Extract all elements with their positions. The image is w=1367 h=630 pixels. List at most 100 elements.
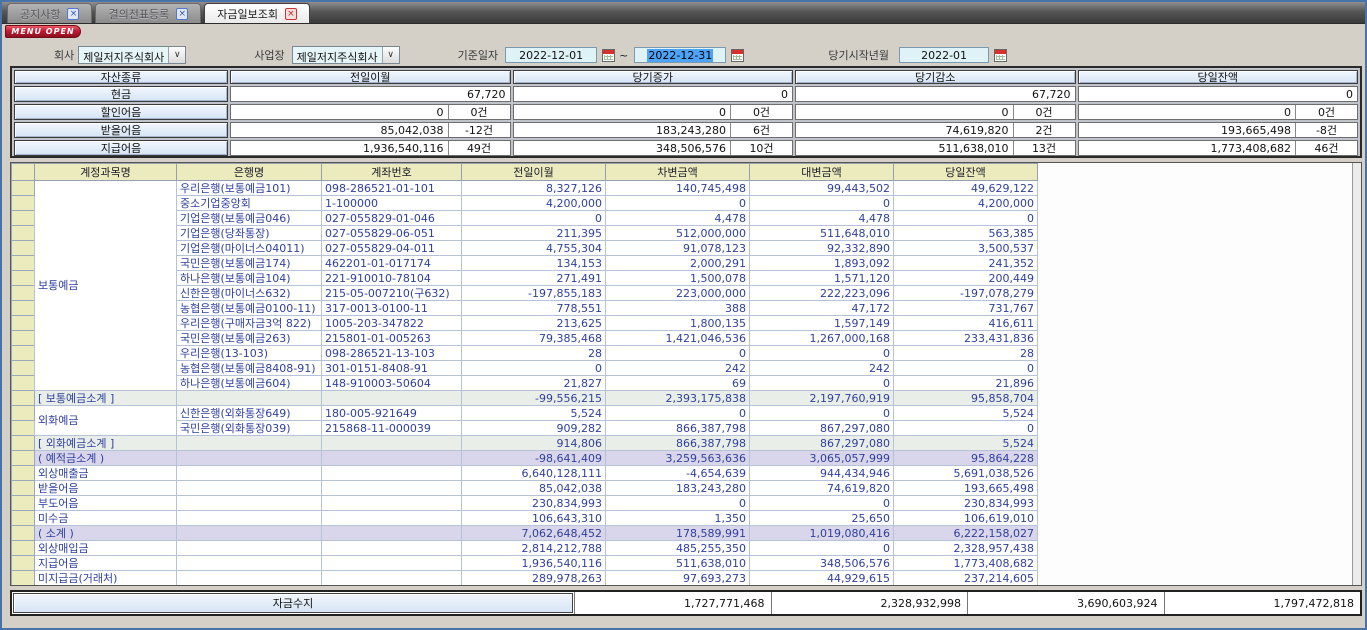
start-month-label: 당기시작년월 (828, 47, 889, 63)
summary-value-cell: 511,638,01013건 (795, 140, 1076, 156)
summary-amount: 0 (1079, 88, 1358, 101)
row-selector[interactable] (12, 526, 35, 541)
company-select[interactable]: 제일저지주식회사 ∨ (78, 46, 186, 64)
debit-cell: 511,638,010 (606, 556, 750, 571)
bank-cell: 신한은행(마이너스632) (177, 286, 322, 301)
row-selector[interactable] (12, 511, 35, 526)
balance-cell: 4,200,000 (894, 196, 1038, 211)
row-selector[interactable] (12, 571, 35, 586)
grid-header-cell[interactable]: 전일이월 (462, 164, 606, 181)
tab-inactive[interactable]: 결의전표등록× (95, 3, 201, 23)
tab-bar: 공지사항×결의전표등록× 자금일보조회 × (2, 2, 1365, 24)
menu-open-button[interactable]: MENU OPEN (5, 25, 81, 38)
balance-cell: 416,611 (894, 316, 1038, 331)
summary-header-cell[interactable]: 당일잔액 (1078, 70, 1359, 84)
row-selector[interactable] (12, 181, 35, 196)
row-selector[interactable] (12, 361, 35, 376)
row-selector[interactable] (12, 196, 35, 211)
prev-cell: 4,755,304 (462, 241, 606, 256)
date-from-input[interactable]: 2022-12-01 (505, 47, 597, 63)
debit-cell: 2,000,291 (606, 256, 750, 271)
bank-cell: 농협은행(보통예금0100-11) (177, 301, 322, 316)
vertical-scrollbar[interactable] (1352, 163, 1361, 585)
row-selector[interactable] (12, 346, 35, 361)
row-selector[interactable] (12, 406, 35, 421)
row-selector[interactable] (12, 451, 35, 466)
prev-cell: 271,491 (462, 271, 606, 286)
summary-header-cell[interactable]: 전일이월 (230, 70, 511, 84)
summary-amount: 1,936,540,116 (231, 142, 448, 155)
company-label: 회사 (54, 47, 74, 63)
start-month-input[interactable]: 2022-01 (899, 47, 989, 63)
row-selector[interactable] (12, 301, 35, 316)
app-window: 공지사항×결의전표등록× 자금일보조회 × MENU OPEN 회사 제일저지주식회… (0, 0, 1367, 630)
row-selector[interactable] (12, 316, 35, 331)
tab-label: 자금일보조회 (217, 6, 278, 22)
account-cell: 외상매출금 (35, 466, 177, 481)
row-selector[interactable] (12, 331, 35, 346)
account-no-cell (322, 466, 462, 481)
chevron-down-icon[interactable]: ∨ (382, 47, 399, 63)
tab-close-icon[interactable]: × (285, 8, 297, 20)
value-cell (750, 586, 894, 587)
row-selector[interactable] (12, 466, 35, 481)
date-to-input[interactable]: 2022-12-31 (634, 47, 726, 63)
account-cell: 미지급금(거래처) (35, 571, 177, 586)
summary-header-cell[interactable]: 당기감소 (795, 70, 1076, 84)
summary-row-label[interactable]: 할인어음 (14, 104, 228, 120)
grid-header-cell[interactable]: 계좌번호 (322, 164, 462, 181)
row-selector[interactable] (12, 496, 35, 511)
grid-header-cell[interactable]: 대변금액 (750, 164, 894, 181)
grid-header-cell[interactable]: 계정과목명 (35, 164, 177, 181)
summary-amount: 0 (1079, 106, 1296, 119)
debit-cell: 0 (606, 496, 750, 511)
row-selector[interactable] (12, 541, 35, 556)
row-selector[interactable] (12, 586, 35, 587)
debit-cell: 91,078,123 (606, 241, 750, 256)
summary-row-label[interactable]: 받을어음 (14, 122, 228, 138)
summary-row-label[interactable]: 지급어음 (14, 140, 228, 156)
summary-amount: 85,042,038 (231, 124, 448, 137)
summary-header-cell[interactable]: 자산종류 (14, 70, 228, 84)
row-selector[interactable] (12, 376, 35, 391)
row-selector[interactable] (12, 421, 35, 436)
tab-close-icon[interactable]: × (67, 8, 79, 20)
tab-active[interactable]: 자금일보조회 × (204, 3, 310, 23)
bank-cell (177, 526, 322, 541)
row-selector[interactable] (12, 556, 35, 571)
summary-header-cell[interactable]: 당기증가 (513, 70, 794, 84)
debit-cell: 183,243,280 (606, 481, 750, 496)
grid-row: 외상매출금6,640,128,111-4,654,639944,434,9465… (12, 466, 1038, 481)
prev-cell: 0 (462, 211, 606, 226)
grid-header-cell[interactable]: 당일잔액 (894, 164, 1038, 181)
bank-cell (177, 391, 322, 406)
tab-inactive[interactable]: 공지사항× (7, 3, 92, 23)
calendar-icon[interactable] (602, 49, 615, 62)
summary-count: -12건 (448, 123, 510, 137)
row-selector[interactable] (12, 211, 35, 226)
tab-close-icon[interactable]: × (176, 8, 188, 20)
row-selector[interactable] (12, 481, 35, 496)
row-selector[interactable] (12, 286, 35, 301)
calendar-icon[interactable] (731, 49, 744, 62)
row-selector[interactable] (12, 271, 35, 286)
row-selector[interactable] (12, 241, 35, 256)
grid-header-cell[interactable]: 은행명 (177, 164, 322, 181)
credit-cell: 4,478 (750, 211, 894, 226)
summary-amount: 67,720 (231, 88, 510, 101)
row-selector[interactable] (12, 226, 35, 241)
grid-row: [ 외화예금소계 ]914,806866,387,798867,297,0805… (12, 436, 1038, 451)
row-selector[interactable] (12, 436, 35, 451)
account-no-cell: 098-286521-01-101 (322, 181, 462, 196)
chevron-down-icon[interactable]: ∨ (168, 47, 185, 63)
grid-header-cell[interactable]: 차변금액 (606, 164, 750, 181)
row-selector[interactable] (12, 391, 35, 406)
calendar-icon[interactable] (994, 49, 1007, 62)
summary-row-label[interactable]: 현금 (14, 86, 228, 102)
row-selector[interactable] (12, 256, 35, 271)
account-no-cell (322, 586, 462, 587)
balance-cell: 49,629,122 (894, 181, 1038, 196)
summary-amount: 0 (514, 106, 731, 119)
site-select[interactable]: 제일저지주식회사 ∨ (292, 46, 400, 64)
account-no-cell: 098-286521-13-103 (322, 346, 462, 361)
